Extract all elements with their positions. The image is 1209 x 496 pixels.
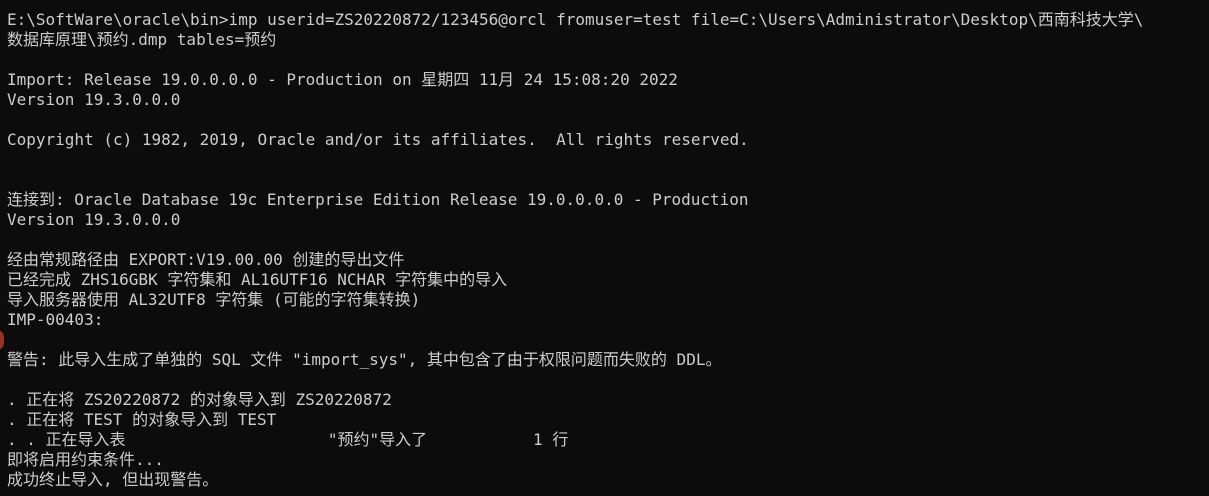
window-edge-indicator [0, 330, 4, 350]
console-line-command: E:\SoftWare\oracle\bin>imp userid=ZS2022… [7, 10, 1144, 29]
console-line-warning: 警告: 此导入生成了单独的 SQL 文件 "import_sys", 其中包含了… [7, 350, 722, 369]
console-line-error-code: IMP-00403: [7, 310, 104, 329]
console-line-version: Version 19.3.0.0.0 [7, 210, 181, 229]
console-line-connected: 连接到: Oracle Database 19c Enterprise Edit… [7, 190, 749, 209]
console-line-finished: 成功终止导入, 但出现警告。 [7, 470, 219, 489]
console-line-copyright: Copyright (c) 1982, 2019, Oracle and/or … [7, 130, 749, 149]
console-line-import-objects: . 正在将 TEST 的对象导入到 TEST [7, 410, 277, 429]
console-line-command-continued: 数据库原理\预约.dmp tables=预约 [7, 30, 277, 49]
console-line-import-objects: . 正在将 ZS20220872 的对象导入到 ZS20220872 [7, 390, 392, 409]
console-line-enable-constraints: 即将启用约束条件... [7, 450, 164, 469]
console-line-server-charset: 导入服务器使用 AL32UTF8 字符集 (可能的字符集转换) [7, 290, 421, 309]
console-window[interactable]: E:\SoftWare\oracle\bin>imp userid=ZS2022… [0, 0, 1209, 496]
console-line-import-table: . . 正在导入表 "预约"导入了 1 行 [7, 430, 569, 449]
console-line-version: Version 19.3.0.0.0 [7, 90, 181, 109]
console-line-export-file: 经由常规路径由 EXPORT:V19.00.00 创建的导出文件 [7, 250, 405, 269]
console-line-charset: 已经完成 ZHS16GBK 字符集和 AL16UTF16 NCHAR 字符集中的… [7, 270, 508, 289]
console-line-import-release: Import: Release 19.0.0.0.0 - Production … [7, 70, 678, 89]
